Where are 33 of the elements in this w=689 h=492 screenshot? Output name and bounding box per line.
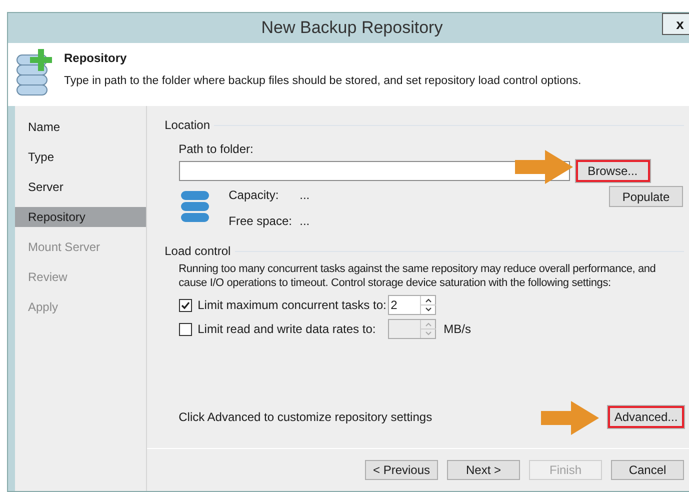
wizard-button[interactable]: Next > bbox=[447, 460, 520, 480]
page-description: Type in path to the folder where backup files should be stored, and set repository load control options. bbox=[64, 74, 582, 89]
wizard-step[interactable]: Type bbox=[15, 147, 146, 167]
unit-label: MB/s bbox=[444, 321, 471, 338]
checkbox-label: Limit read and write data rates to: bbox=[198, 321, 377, 338]
group-title: Load control bbox=[164, 243, 231, 260]
wizard-step[interactable]: Name bbox=[15, 117, 146, 137]
number-spinner[interactable]: 2 bbox=[388, 295, 436, 315]
wizard-button[interactable]: Cancel bbox=[611, 460, 684, 480]
checkbox[interactable] bbox=[178, 322, 192, 336]
advanced-button[interactable]: Advanced... bbox=[608, 406, 684, 428]
wizard-step[interactable]: Server bbox=[15, 177, 146, 197]
database-icon bbox=[180, 191, 209, 223]
page-title: Repository bbox=[64, 50, 128, 67]
advanced-hint: Click Advanced to customize repository settings bbox=[178, 409, 432, 426]
path-input-field[interactable] bbox=[178, 161, 570, 181]
load-control-description: Running too many concurrent tasks against the same repository may reduce overall performance, and cause I/O operations to timeout. Control storage device saturation with the following settings: bbox=[178, 262, 657, 290]
window-title: New Backup Repository bbox=[261, 17, 443, 40]
close-button[interactable]: x bbox=[662, 13, 689, 35]
wizard-button[interactable]: < Previous bbox=[365, 460, 438, 480]
browse-button[interactable]: Browse... bbox=[576, 160, 650, 182]
field-label: Path to folder: bbox=[178, 142, 254, 156]
capacity-value: ... bbox=[300, 187, 310, 204]
populate-button[interactable]: Populate bbox=[609, 186, 683, 207]
annotation-arrow bbox=[540, 401, 599, 435]
free-space-label: Free space: bbox=[228, 213, 293, 230]
group-title: Location bbox=[164, 117, 210, 134]
checkbox-label: Limit maximum concurrent tasks to: bbox=[198, 297, 388, 314]
capacity-label: Capacity: bbox=[228, 187, 280, 204]
annotation-arrow bbox=[514, 150, 573, 184]
free-space-value: ... bbox=[300, 213, 310, 230]
checkbox[interactable] bbox=[178, 298, 192, 312]
wizard-step[interactable]: Repository bbox=[15, 207, 146, 227]
